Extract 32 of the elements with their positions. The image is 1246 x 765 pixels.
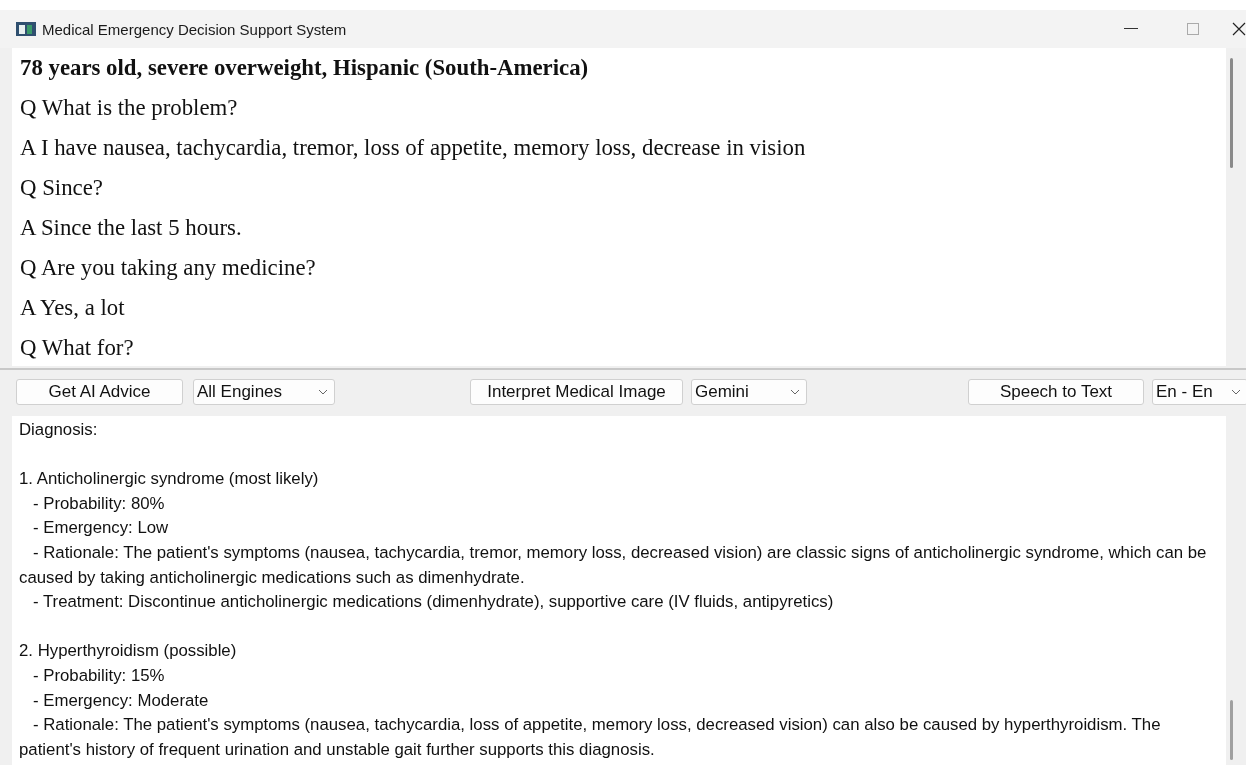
- chevron-icon: [318, 389, 328, 395]
- diagnosis-line: - Treatment: Discontinue anticholinergic medications (dimenhydrate), supportive care (IV fluids, antipyretics): [32, 591, 835, 614]
- app-icon: [16, 21, 36, 37]
- action-button[interactable]: Speech to Text: [968, 379, 1144, 405]
- dialogue-line: Q What for?: [20, 334, 135, 362]
- diagnosis-line: 1. Anticholinergic syndrome (most likely): [19, 468, 320, 491]
- action-button[interactable]: Get AI Advice: [16, 379, 183, 405]
- diagnosis-line: - Emergency: Moderate: [32, 689, 210, 712]
- chevron-icon: [1231, 389, 1241, 395]
- diagnosis-line: - Probability: 80%: [32, 492, 166, 515]
- diagnosis-line: - Rationale: The patient's symptoms (nausea, tachycardia, loss of appetite, memory loss, decreased vision) can also be caused by hyperthyroidism. The patient's history of frequent urination and unstable gait further supports this diagnosis.: [19, 714, 1162, 761]
- dropdown[interactable]: All Engines: [193, 379, 335, 405]
- dropdown[interactable]: En - En: [1152, 379, 1246, 405]
- patient-summary: 78 years old, severe overweight, Hispanic (South-America): [20, 54, 590, 82]
- maximize-icon[interactable]: [1187, 23, 1199, 35]
- close-icon[interactable]: [1232, 22, 1246, 36]
- diagnosis-line: - Probability: 15%: [32, 664, 166, 687]
- diagnosis-heading: Diagnosis:: [19, 419, 99, 441]
- window-title: Medical Emergency Decision Support System: [42, 20, 348, 38]
- dialogue-line: Q Are you taking any medicine?: [20, 254, 317, 282]
- diagnosis-line: 2. Hyperthyroidism (possible): [19, 640, 238, 663]
- dialogue-line: Q What is the problem?: [20, 94, 239, 122]
- minimize-icon[interactable]: [1124, 28, 1138, 30]
- dialogue-line: A Yes, a lot: [20, 294, 126, 322]
- dropdown[interactable]: Gemini: [691, 379, 807, 405]
- dialogue-line: A I have nausea, tachycardia, tremor, loss of appetite, memory loss, decrease in vision: [20, 134, 807, 162]
- diagnosis-line: - Rationale: The patient's symptoms (nausea, tachycardia, tremor, memory loss, decreased vision) are classic signs of anticholinergic syndrome, which can be caused by taking anticholinergic medications such as dimenhydrate.: [19, 541, 1208, 589]
- dialogue-line: A Since the last 5 hours.: [20, 214, 243, 242]
- dialogue-line: Q Since?: [20, 174, 104, 202]
- diagnosis-line: - Emergency: Low: [32, 517, 170, 540]
- chevron-icon: [790, 389, 800, 395]
- action-button[interactable]: Interpret Medical Image: [470, 379, 683, 405]
